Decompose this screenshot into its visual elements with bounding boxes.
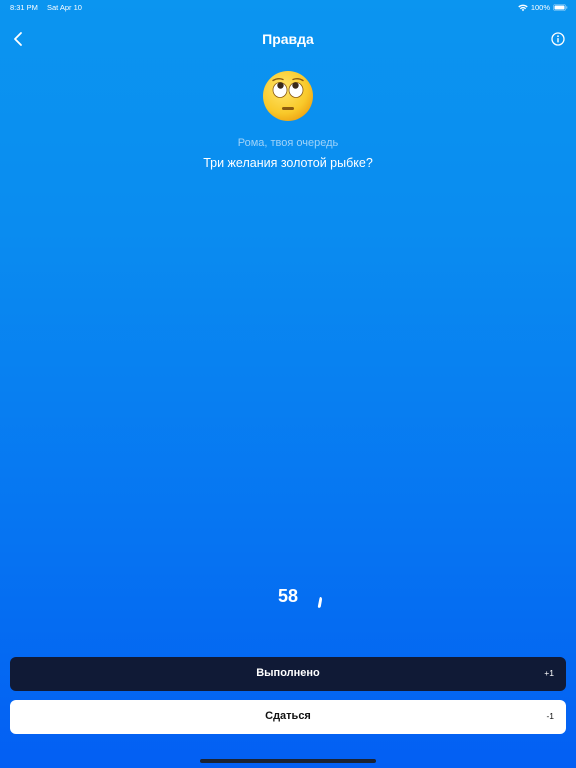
- question-text: Три желания золотой рыбке?: [203, 156, 373, 170]
- surrender-button[interactable]: Сдаться -1: [10, 700, 566, 734]
- status-bar: 8:31 PM Sat Apr 10 100%: [0, 0, 576, 14]
- status-time: 8:31 PM: [10, 3, 38, 12]
- done-button[interactable]: Выполнено +1: [10, 657, 566, 691]
- timer-spinner-icon: [317, 596, 322, 608]
- rolling-eyes-emoji-icon: [263, 71, 313, 121]
- info-circle-icon: [551, 32, 565, 46]
- home-indicator[interactable]: [200, 759, 376, 763]
- done-button-label: Выполнено: [256, 667, 320, 679]
- surrender-button-label: Сдаться: [265, 710, 311, 722]
- status-left: 8:31 PM Sat Apr 10: [10, 3, 82, 12]
- status-right: 100%: [518, 3, 568, 12]
- surrender-button-score: -1: [546, 711, 554, 721]
- done-button-score: +1: [544, 668, 554, 678]
- nav-bar: Правда: [0, 26, 576, 54]
- battery-percent: 100%: [530, 3, 550, 12]
- page-title: Правда: [262, 31, 314, 47]
- timer-value: 58: [277, 586, 299, 606]
- wifi-icon: [518, 4, 528, 11]
- status-date: Sat Apr 10: [46, 3, 82, 12]
- turn-label: Рома, твоя очередь: [237, 137, 339, 149]
- info-button[interactable]: [548, 28, 568, 50]
- battery-icon: [553, 4, 568, 11]
